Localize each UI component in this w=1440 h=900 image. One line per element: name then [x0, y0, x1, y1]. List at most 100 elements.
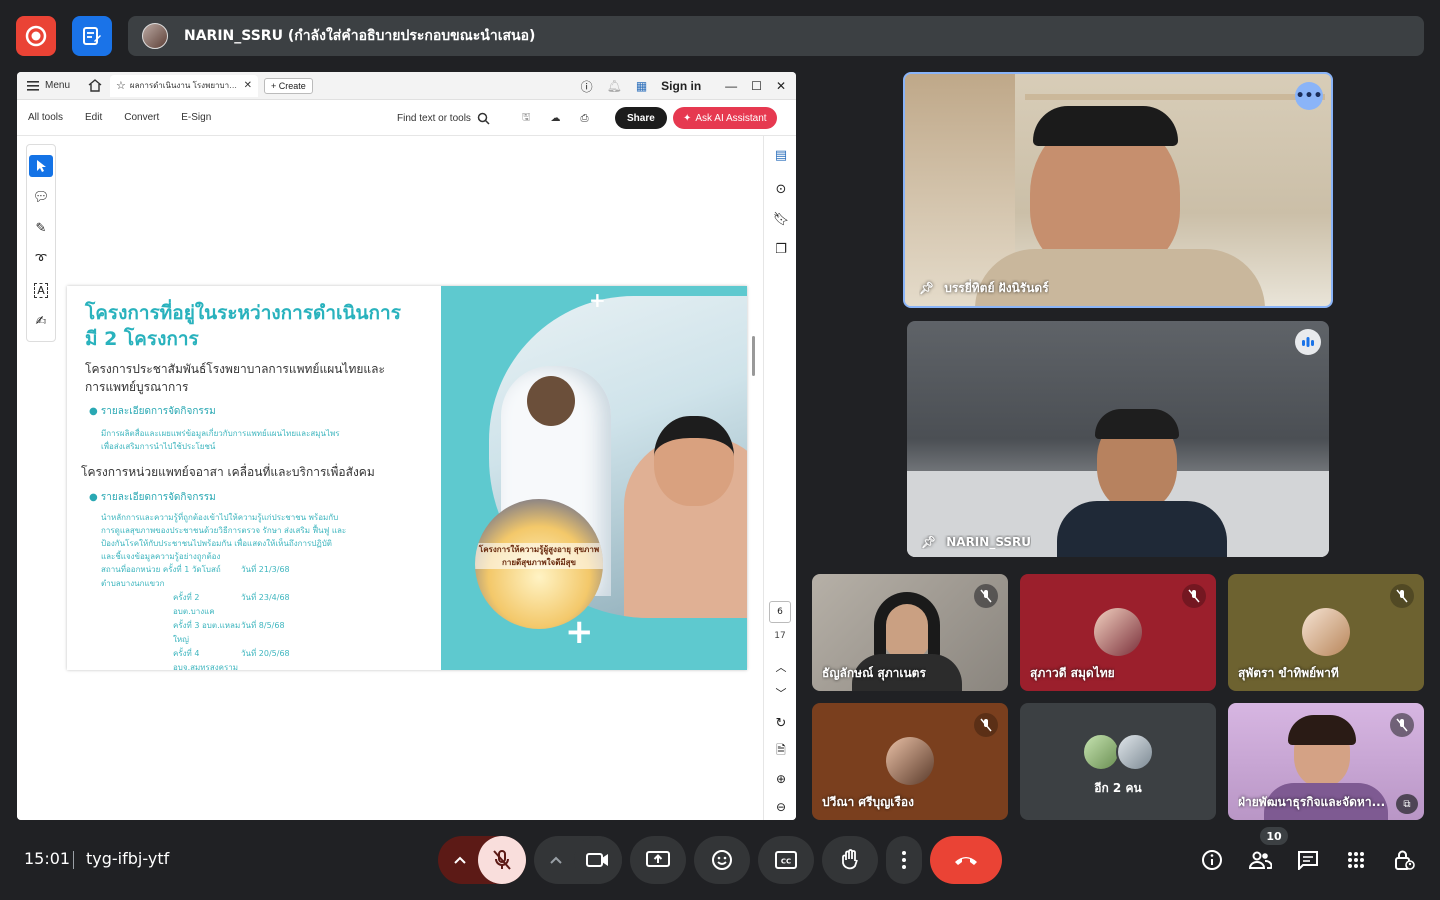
recording-button[interactable] — [16, 16, 56, 56]
muted-mic-icon — [1182, 584, 1206, 608]
maximize-icon[interactable]: ☐ — [751, 79, 762, 93]
participant-tile-6[interactable]: ปวีณา ศรีบุญเรือง — [812, 703, 1008, 820]
audio-options-button[interactable] — [438, 836, 482, 884]
video-options-button[interactable] — [534, 836, 578, 884]
meeting-code: tyg-ifbj-ytf — [86, 849, 170, 868]
present-screen-button[interactable] — [630, 836, 686, 884]
microphone-toggle[interactable] — [478, 836, 526, 884]
close-tab-icon[interactable]: ✕ — [244, 80, 252, 91]
raise-hand-button[interactable] — [822, 836, 878, 884]
page-number-input[interactable]: 6 — [769, 601, 791, 623]
people-icon — [1248, 851, 1272, 869]
leave-call-button[interactable] — [930, 836, 1002, 884]
more-options-button[interactable] — [886, 836, 922, 884]
highlight-tool[interactable]: ✎ — [29, 217, 53, 239]
captions-button[interactable]: CC — [758, 836, 814, 884]
participant-tile-4[interactable]: สุภาวดี สมุดไทย — [1020, 574, 1216, 691]
all-tools-tab[interactable]: All tools — [28, 112, 63, 123]
pin-icon: 📌︎ — [921, 535, 937, 549]
time-code-divider — [73, 851, 74, 869]
project1-detail: มีการผลิตสื่อและเผยแพร่ข้อมูลเกี่ยวกับกา… — [101, 429, 340, 451]
page-fit-icon[interactable]: 🗎︎ — [772, 742, 790, 760]
muted-mic-icon — [974, 584, 998, 608]
share-button[interactable]: Share — [615, 107, 667, 129]
create-button[interactable]: + Create — [264, 77, 313, 94]
minimize-icon[interactable]: — — [725, 79, 737, 93]
esign-tab[interactable]: E-Sign — [181, 112, 211, 123]
hang-up-icon — [955, 857, 977, 865]
help-icon[interactable]: ⓘ — [581, 78, 593, 95]
svg-text:CC: CC — [781, 858, 791, 866]
prev-page-icon[interactable]: ︿ — [772, 658, 790, 676]
menu-label: Menu — [45, 80, 71, 91]
project2-bullet: ● รายละเอียดการจัดกิจกรรม — [89, 492, 216, 503]
presenter-text: NARIN_SSRU (กำลังใส่คำอธิบายประกอบขณะนำเ… — [184, 28, 536, 44]
sign-tool[interactable]: ✍︎ — [29, 310, 53, 332]
document-tab[interactable]: ☆ ผลการดำเนินงาน โรงพยาบาล... ✕ — [110, 74, 259, 97]
presenting-banner: NARIN_SSRU (กำลังใส่คำอธิบายประกอบขณะนำเ… — [128, 16, 1424, 56]
captions-icon: CC — [775, 851, 797, 869]
more-options-icon[interactable]: ••• — [1295, 82, 1323, 110]
reactions-button[interactable] — [694, 836, 750, 884]
participant-tile-3[interactable]: ธัญลักษณ์ สุภาเนตร — [812, 574, 1008, 691]
bookmarks-icon[interactable]: 🔖︎ — [772, 210, 790, 228]
menu-button[interactable]: Menu — [27, 80, 70, 91]
sign-in-link[interactable]: Sign in — [661, 79, 701, 93]
home-icon — [88, 79, 102, 92]
shelf-decor — [1025, 94, 1325, 100]
picture-in-picture-icon[interactable]: ⧉ — [1396, 794, 1418, 814]
others-tile[interactable]: อีก 2 คน — [1020, 703, 1216, 820]
save-icon[interactable]: 🖫︎ — [522, 110, 531, 127]
activities-button[interactable] — [1342, 846, 1370, 874]
select-tool[interactable] — [29, 155, 53, 177]
ask-ai-assistant-button[interactable]: ✦ Ask AI Assistant — [673, 107, 777, 129]
apps-grid-icon[interactable]: ▦ — [636, 79, 647, 93]
project1-line2: การแพทย์บูรณาการ — [85, 380, 189, 394]
chat-button[interactable] — [1294, 846, 1322, 874]
meeting-details-button[interactable] — [1198, 846, 1226, 874]
zoom-in-icon[interactable]: ⊕ — [772, 770, 790, 788]
participant-tile-1[interactable]: ••• 📌︎ บรรยี่ทิตย์ ฝังนิรันดร์ — [903, 72, 1333, 308]
text-tool[interactable]: A — [29, 279, 53, 301]
others-count-label: อีก 2 คน — [1094, 781, 1142, 795]
take-notes-button[interactable] — [72, 16, 112, 56]
next-page-icon[interactable]: ﹀ — [772, 684, 790, 702]
slide-text-panel: โครงการที่อยู่ในระหว่างการดำเนินการ มี 2… — [67, 286, 441, 670]
star-icon[interactable]: ☆ — [116, 79, 126, 92]
participant-tile-2[interactable]: 📌︎ NARIN_SSRU — [907, 321, 1329, 557]
camera-toggle[interactable] — [574, 836, 622, 884]
draw-tool[interactable]: ➰︎ — [29, 248, 53, 270]
participant-tile-8[interactable]: ฝ่ายพัฒนาธุรกิจและจัดหา... ⧉ — [1228, 703, 1424, 820]
participant-avatar — [1302, 608, 1350, 656]
comment-tool[interactable]: 💬︎ — [29, 186, 53, 208]
zoom-out-icon[interactable]: ⊖ — [772, 798, 790, 816]
people-button[interactable] — [1246, 846, 1274, 874]
acrobat-right-rail: ▤ ⊙ 🔖︎ ❐ 6 17 ︿ ﹀ ↻ 🗎︎ ⊕ ⊖ — [763, 136, 796, 820]
comment-icon: 💬︎ — [32, 189, 50, 205]
pages-icon[interactable]: ❐ — [772, 240, 790, 258]
edit-tab[interactable]: Edit — [85, 112, 102, 123]
plus-decoration-bottom: + — [565, 612, 594, 652]
participant-tile-5[interactable]: สุพัตรา ขำทิพย์พาที — [1228, 574, 1424, 691]
convert-tab[interactable]: Convert — [124, 112, 159, 123]
close-window-icon[interactable]: ✕ — [776, 79, 786, 93]
bell-icon[interactable]: 🔔︎ — [607, 79, 622, 93]
comments-panel-icon[interactable]: ⊙ — [772, 180, 790, 198]
present-screen-icon — [646, 851, 670, 867]
document-view[interactable]: 💬︎ ✎ ➰︎ A ✍︎ โครงการที่อยู่ในระหว่างการด… — [17, 136, 759, 820]
upload-cloud-icon[interactable]: ☁︎ — [550, 113, 560, 124]
project1-line1: โครงการประชาสัมพันธ์โรงพยาบาลการแพทย์แผน… — [85, 362, 385, 376]
home-button[interactable] — [88, 79, 102, 92]
find-tools-search[interactable]: Find text or tools 🖫︎ ☁︎ ⎙ — [397, 100, 588, 136]
text-box-icon: A — [34, 282, 48, 298]
person-hair — [874, 592, 940, 662]
print-icon[interactable]: ⎙ — [580, 113, 588, 124]
project2-detail: นำหลักการและความรู้ที่ถูกต้องเข้าไปให้คว… — [101, 513, 347, 561]
chevron-up-icon — [454, 856, 466, 864]
people-count-badge: 10 — [1260, 827, 1288, 845]
ai-generate-icon[interactable]: ▤ — [772, 146, 790, 164]
muted-mic-icon — [974, 713, 998, 737]
rotate-icon[interactable]: ↻ — [772, 714, 790, 732]
vertical-scrollbar[interactable] — [752, 336, 755, 376]
host-controls-button[interactable] — [1390, 846, 1418, 874]
